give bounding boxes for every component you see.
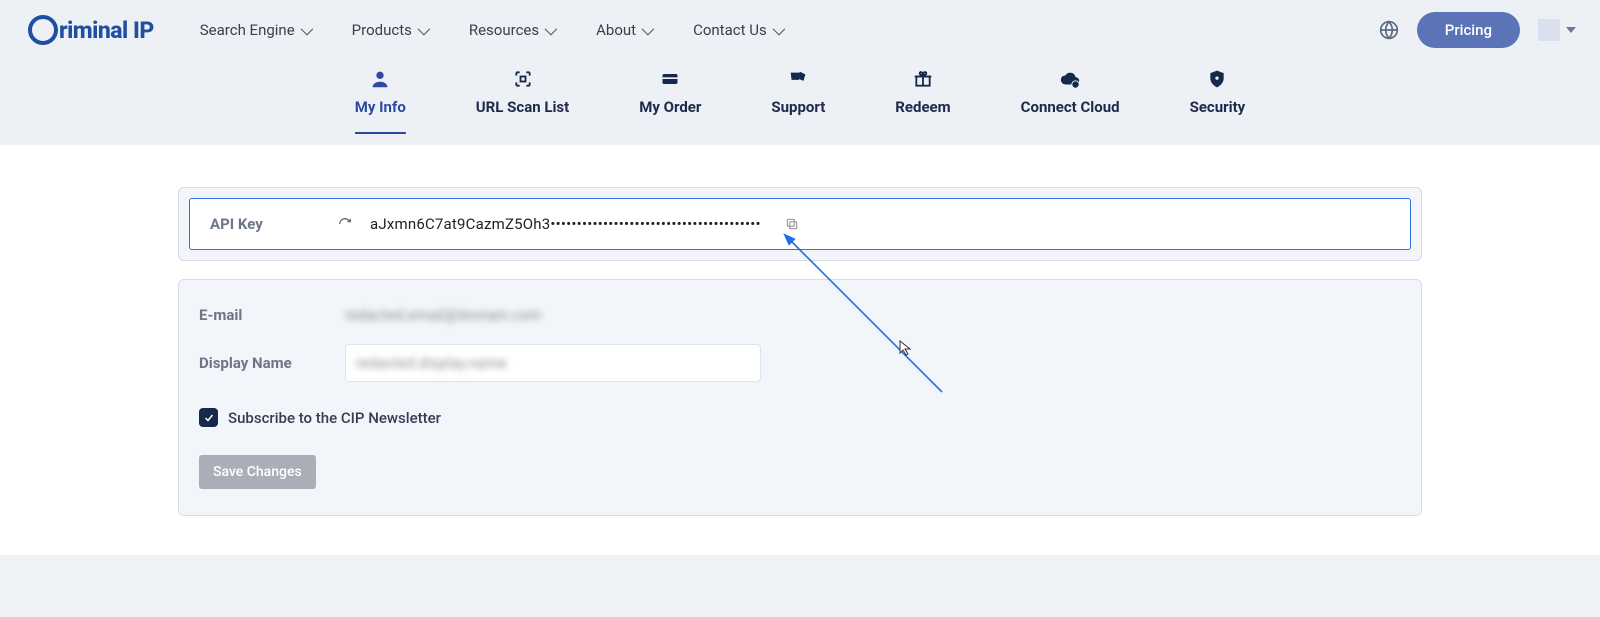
brand-name: riminal IP: [59, 17, 154, 44]
card-icon: [660, 68, 680, 90]
avatar-icon: [1538, 19, 1560, 41]
tab-connect-cloud[interactable]: Connect Cloud: [1021, 68, 1120, 134]
tab-security[interactable]: Security: [1190, 68, 1246, 134]
display-name-label: Display Name: [199, 354, 345, 372]
tab-label: Connect Cloud: [1021, 98, 1120, 116]
cloud-icon: [1059, 68, 1081, 90]
tab-redeem[interactable]: Redeem: [895, 68, 950, 134]
refresh-icon[interactable]: [338, 217, 352, 231]
person-icon: [369, 68, 391, 90]
chevron-down-icon: [300, 22, 313, 35]
display-name-row: Display Name redacted.display.name: [199, 344, 1401, 382]
email-value: redacted.email@domain.com: [345, 306, 541, 324]
save-changes-button[interactable]: Save Changes: [199, 455, 316, 489]
profile-card: E-mail redacted.email@domain.com Display…: [178, 279, 1422, 516]
chevron-down-icon: [545, 22, 558, 35]
nav-label: Resources: [469, 21, 539, 39]
chevron-down-icon: [642, 22, 655, 35]
api-key-label: API Key: [210, 215, 320, 233]
nav-label: Products: [352, 21, 412, 39]
main-nav: Search Engine Products Resources About C…: [200, 21, 782, 39]
tab-support[interactable]: Support: [771, 68, 825, 134]
footer-strip: [0, 555, 1600, 617]
copy-icon[interactable]: [785, 217, 799, 231]
top-header: riminal IP Search Engine Products Resour…: [0, 0, 1600, 145]
support-icon: [787, 68, 809, 90]
nav-label: Contact Us: [693, 21, 767, 39]
nav-search-engine[interactable]: Search Engine: [200, 21, 310, 39]
nav-about[interactable]: About: [596, 21, 651, 39]
email-row: E-mail redacted.email@domain.com: [199, 306, 1401, 324]
tab-label: My Order: [639, 98, 701, 116]
newsletter-row: Subscribe to the CIP Newsletter: [199, 408, 1401, 427]
tab-label: URL Scan List: [476, 98, 569, 116]
email-label: E-mail: [199, 306, 345, 324]
tab-label: Support: [771, 98, 825, 116]
tab-label: Redeem: [895, 98, 950, 116]
gift-icon: [913, 68, 933, 90]
newsletter-label: Subscribe to the CIP Newsletter: [228, 409, 441, 427]
globe-icon[interactable]: [1379, 20, 1399, 40]
tab-url-scan-list[interactable]: URL Scan List: [476, 68, 569, 134]
nav-label: About: [596, 21, 636, 39]
display-name-value: redacted.display.name: [356, 354, 506, 372]
scan-icon: [513, 68, 533, 90]
chevron-down-icon: [1566, 27, 1576, 33]
tab-my-order[interactable]: My Order: [639, 68, 701, 134]
api-key-card: API Key aJxmn6C7at9CazmZ5Oh3••••••••••••…: [178, 187, 1422, 261]
pricing-button[interactable]: Pricing: [1417, 12, 1520, 48]
top-header-row: riminal IP Search Engine Products Resour…: [0, 0, 1600, 60]
tab-label: Security: [1190, 98, 1246, 116]
api-key-box: API Key aJxmn6C7at9CazmZ5Oh3••••••••••••…: [189, 198, 1411, 250]
newsletter-checkbox[interactable]: [199, 408, 218, 427]
display-name-input[interactable]: redacted.display.name: [345, 344, 761, 382]
main-content: API Key aJxmn6C7at9CazmZ5Oh3••••••••••••…: [178, 187, 1422, 516]
brand-logo[interactable]: riminal IP: [28, 15, 154, 45]
nav-label: Search Engine: [200, 21, 295, 39]
account-tabs: My Info URL Scan List My Order Support R…: [0, 60, 1600, 134]
tab-my-info[interactable]: My Info: [355, 68, 406, 134]
tab-label: My Info: [355, 98, 406, 116]
shield-icon: [1207, 68, 1227, 90]
api-key-value: aJxmn6C7at9CazmZ5Oh3••••••••••••••••••••…: [370, 215, 761, 233]
nav-products[interactable]: Products: [352, 21, 427, 39]
save-label: Save Changes: [213, 464, 302, 480]
chevron-down-icon: [772, 22, 785, 35]
nav-resources[interactable]: Resources: [469, 21, 554, 39]
nav-contact-us[interactable]: Contact Us: [693, 21, 782, 39]
pricing-label: Pricing: [1445, 21, 1492, 39]
account-menu[interactable]: [1538, 19, 1576, 41]
chevron-down-icon: [417, 22, 430, 35]
